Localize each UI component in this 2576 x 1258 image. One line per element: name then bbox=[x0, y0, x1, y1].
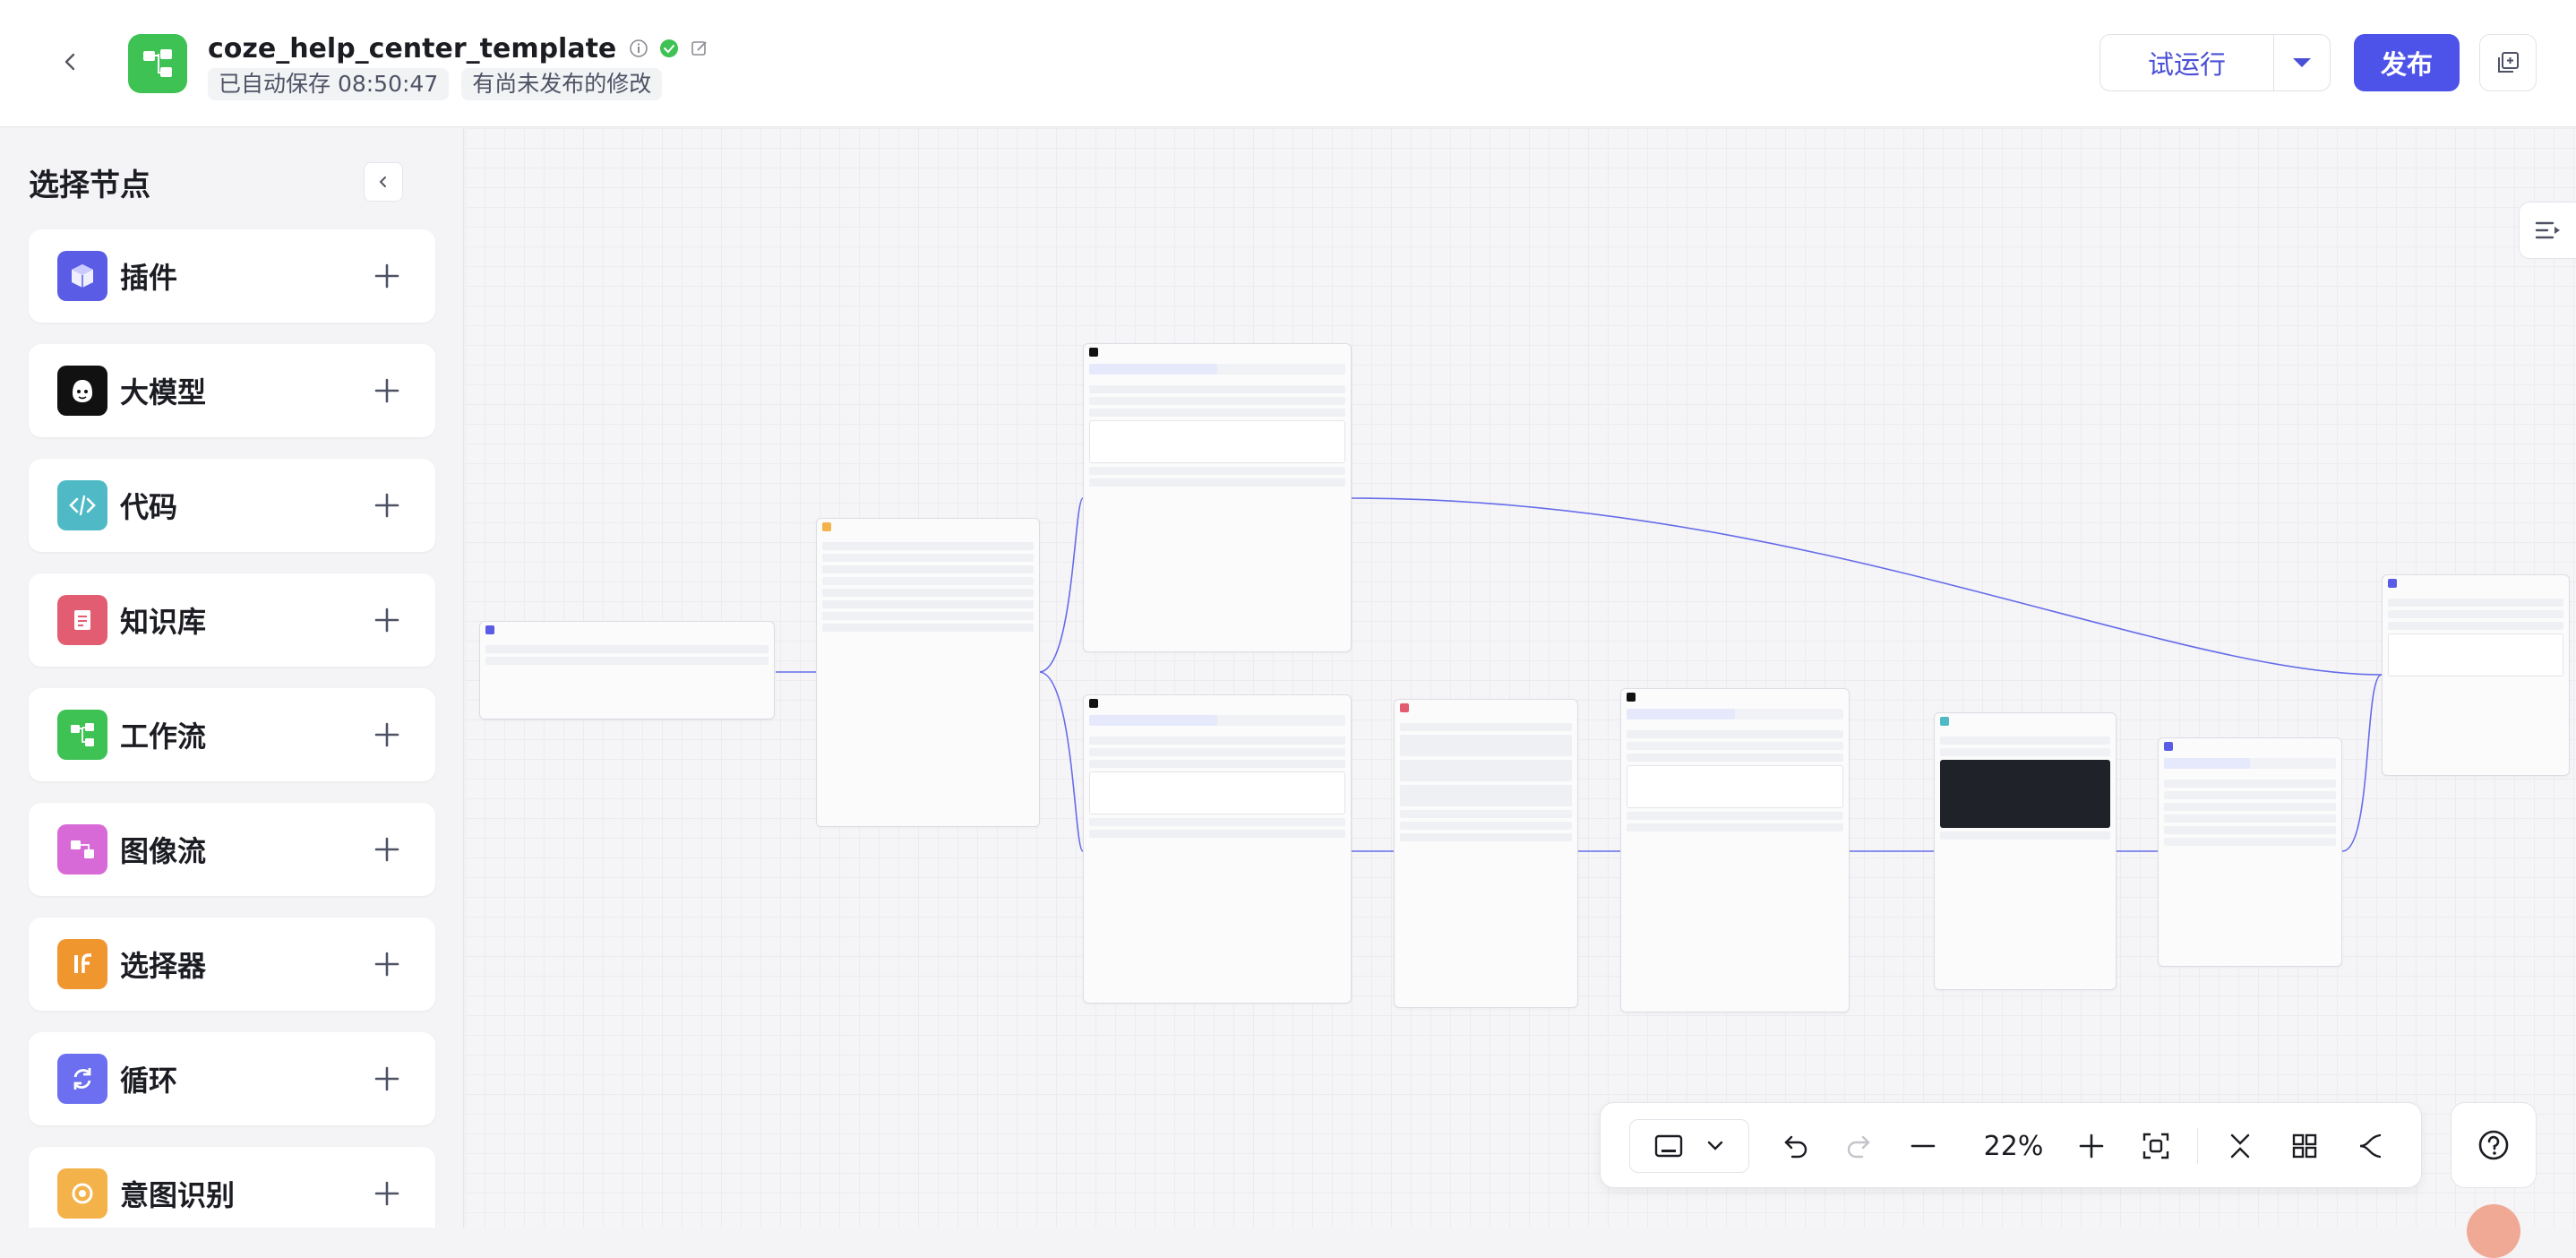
node-item-label: 插件 bbox=[120, 261, 178, 295]
canvas-toolbar: 22% bbox=[1600, 1102, 2422, 1188]
undo-button[interactable] bbox=[1774, 1124, 1817, 1168]
workflow-node-end[interactable] bbox=[2382, 574, 2570, 776]
workflow-node-llm-top[interactable] bbox=[1083, 343, 1352, 652]
plus-icon[interactable] bbox=[369, 602, 405, 638]
chevron-down-icon bbox=[1707, 1141, 1723, 1150]
workflow-node-intent[interactable] bbox=[816, 518, 1040, 827]
node-item-label: 意图识别 bbox=[120, 1178, 236, 1212]
info-icon[interactable] bbox=[629, 39, 648, 58]
workflow-icon bbox=[57, 710, 107, 760]
plus-icon[interactable] bbox=[369, 831, 405, 867]
unpublished-badge: 有尚未发布的修改 bbox=[461, 68, 663, 100]
intent-icon bbox=[57, 1168, 107, 1219]
node-item-loop[interactable]: 循环 bbox=[29, 1032, 435, 1125]
workflow-node-llm-bottom[interactable] bbox=[1083, 694, 1352, 1004]
workflow-node-knowledge[interactable] bbox=[1394, 699, 1578, 1008]
question-icon bbox=[2478, 1130, 2509, 1160]
connector-icon bbox=[2359, 1133, 2382, 1159]
duplicate-icon bbox=[2498, 52, 2519, 73]
plus-icon[interactable] bbox=[369, 373, 405, 409]
node-item-selector[interactable]: 选择器 bbox=[29, 918, 435, 1011]
knowledge-icon bbox=[57, 595, 107, 645]
duplicate-button[interactable] bbox=[2479, 34, 2537, 91]
selector-icon bbox=[57, 939, 107, 989]
app-title-text: coze_help_center_template bbox=[208, 32, 617, 65]
edit-icon[interactable] bbox=[690, 39, 709, 58]
autosave-status: 已自动保存 08:50:47 bbox=[208, 68, 450, 100]
plus-icon[interactable] bbox=[369, 717, 405, 753]
test-run-button[interactable]: 试运行 bbox=[2100, 35, 2274, 90]
save-status-row: 已自动保存 08:50:47 有尚未发布的修改 bbox=[208, 68, 663, 100]
auto-layout-button[interactable] bbox=[2283, 1124, 2326, 1168]
collapse-nodes-button[interactable] bbox=[2219, 1124, 2262, 1168]
workflow-node-code[interactable] bbox=[1934, 712, 2117, 990]
node-item-label: 循环 bbox=[120, 1064, 178, 1098]
chevron-left-icon bbox=[379, 177, 386, 187]
node-item-label: 选择器 bbox=[120, 949, 207, 983]
node-item-plugin[interactable]: 插件 bbox=[29, 229, 435, 323]
back-button[interactable] bbox=[50, 41, 91, 82]
interaction-mode-select[interactable] bbox=[1629, 1119, 1749, 1173]
minus-icon bbox=[1911, 1144, 1936, 1148]
workflow-canvas[interactable] bbox=[465, 128, 2576, 1228]
fit-view-button[interactable] bbox=[2134, 1124, 2177, 1168]
node-item-label: 知识库 bbox=[120, 605, 207, 639]
test-run-dropdown[interactable] bbox=[2274, 35, 2330, 90]
caret-down-icon bbox=[2293, 58, 2311, 67]
collapse-sidebar-button[interactable] bbox=[364, 162, 403, 202]
test-run-group: 试运行 bbox=[2099, 34, 2331, 91]
zoom-level[interactable]: 22% bbox=[1973, 1124, 2054, 1168]
trackpad-icon bbox=[1654, 1134, 1683, 1158]
plus-icon[interactable] bbox=[369, 946, 405, 982]
node-item-label: 代码 bbox=[120, 490, 178, 524]
fit-view-icon bbox=[2142, 1133, 2169, 1159]
redo-icon bbox=[1847, 1135, 1870, 1159]
node-item-label: 大模型 bbox=[120, 375, 207, 409]
undo-icon bbox=[1784, 1135, 1807, 1159]
code-icon bbox=[57, 480, 107, 530]
connector-style-button[interactable] bbox=[2348, 1124, 2391, 1168]
collapse-icon bbox=[2230, 1133, 2250, 1159]
sidebar-title: 选择节点 bbox=[29, 168, 150, 203]
workflow-node-llm-summarize[interactable] bbox=[1620, 688, 1850, 1012]
node-item-knowledge[interactable]: 知识库 bbox=[29, 573, 435, 667]
help-button[interactable] bbox=[2451, 1102, 2537, 1188]
chevron-left-icon bbox=[64, 53, 75, 71]
node-list-toggle-button[interactable] bbox=[2519, 202, 2576, 259]
plus-icon[interactable] bbox=[369, 1176, 405, 1211]
connection-lines bbox=[775, 497, 2383, 852]
top-header: coze_help_center_template 已自动保存 08:50:47… bbox=[0, 0, 2576, 127]
llm-icon bbox=[57, 366, 107, 416]
plus-icon[interactable] bbox=[369, 487, 405, 523]
check-circle-icon bbox=[660, 39, 679, 57]
redo-button[interactable] bbox=[1837, 1124, 1880, 1168]
node-item-llm[interactable]: 大模型 bbox=[29, 344, 435, 437]
publish-button[interactable]: 发布 bbox=[2354, 34, 2460, 91]
list-icon bbox=[2535, 221, 2560, 239]
zoom-out-button[interactable] bbox=[1902, 1124, 1945, 1168]
node-item-label: 工作流 bbox=[120, 719, 207, 754]
node-item-intent[interactable]: 意图识别 bbox=[29, 1147, 435, 1228]
workflow-app-icon bbox=[128, 34, 187, 93]
loop-icon bbox=[57, 1054, 107, 1104]
imageflow-icon bbox=[57, 824, 107, 875]
node-item-workflow[interactable]: 工作流 bbox=[29, 688, 435, 781]
zoom-in-button[interactable] bbox=[2070, 1124, 2113, 1168]
node-item-label: 图像流 bbox=[120, 834, 207, 868]
grid-icon bbox=[2292, 1133, 2317, 1159]
app-title: coze_help_center_template bbox=[208, 30, 709, 66]
node-sidebar: 选择节点 插件 大模型 代码 知识库 工作流 图像流 选择器 循环 意图识别 bbox=[0, 128, 464, 1228]
plus-icon[interactable] bbox=[369, 258, 405, 294]
avatar[interactable] bbox=[2467, 1204, 2520, 1258]
node-item-code[interactable]: 代码 bbox=[29, 459, 435, 552]
plus-icon bbox=[2079, 1133, 2104, 1159]
workflow-node-plugin[interactable] bbox=[2158, 737, 2342, 967]
plugin-icon bbox=[57, 251, 107, 301]
workflow-node-start[interactable] bbox=[479, 621, 775, 719]
node-item-imageflow[interactable]: 图像流 bbox=[29, 803, 435, 896]
plus-icon[interactable] bbox=[369, 1061, 405, 1097]
